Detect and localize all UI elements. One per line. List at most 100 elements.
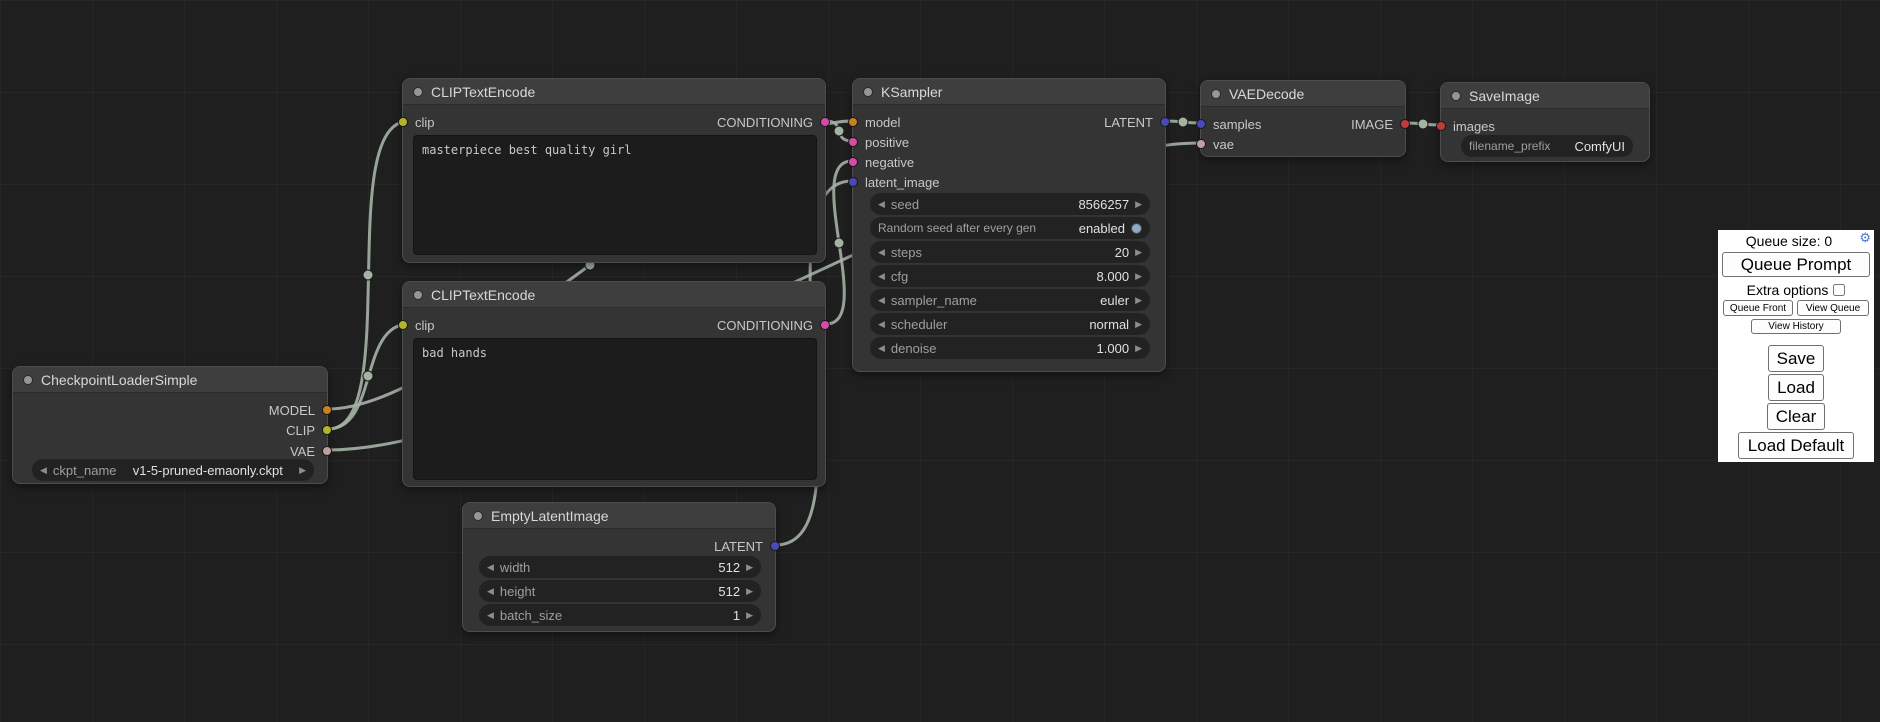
increment-arrow-icon[interactable]: ▶: [1135, 272, 1142, 281]
conditioning-slot-dot[interactable]: [848, 157, 858, 167]
decrement-arrow-icon[interactable]: ◀: [878, 200, 885, 209]
settings-gear-icon[interactable]: ⚙: [1859, 231, 1871, 244]
latent-slot-dot[interactable]: [848, 177, 858, 187]
clear-button[interactable]: Clear: [1767, 403, 1825, 430]
widget-batch-size[interactable]: ◀ batch_size 1 ▶: [479, 604, 761, 626]
conditioning-slot-dot[interactable]: [848, 137, 858, 147]
input-slot-negative: negative: [848, 153, 914, 171]
model-slot-dot[interactable]: [848, 117, 858, 127]
node-vae-decode[interactable]: VAEDecode samples vae IMAGE: [1200, 80, 1406, 157]
collapse-dot[interactable]: [863, 87, 873, 97]
link-midpoint-dot: [1418, 119, 1428, 129]
widget-seed[interactable]: ◀ seed 8566257 ▶: [870, 193, 1150, 215]
slot-label: samples: [1213, 117, 1261, 132]
widget-label: seed: [891, 197, 919, 212]
decrement-arrow-icon[interactable]: ◀: [487, 611, 494, 620]
node-title: EmptyLatentImage: [491, 508, 609, 524]
toggle-dot[interactable]: [1131, 223, 1142, 234]
queue-prompt-button[interactable]: Queue Prompt: [1722, 252, 1870, 277]
widget-ckpt-name[interactable]: ◀ ckpt_name v1-5-pruned-emaonly.ckpt ▶: [32, 459, 314, 481]
link-midpoint-dot: [363, 270, 373, 280]
widget-height[interactable]: ◀ height 512 ▶: [479, 580, 761, 602]
decrement-arrow-icon[interactable]: ◀: [487, 587, 494, 596]
node-title-bar[interactable]: EmptyLatentImage: [463, 503, 775, 529]
node-title-bar[interactable]: VAEDecode: [1201, 81, 1405, 107]
view-history-button[interactable]: View History: [1751, 319, 1841, 334]
node-ksampler[interactable]: KSampler model positive negative latent_…: [852, 78, 1166, 372]
decrement-arrow-icon[interactable]: ◀: [878, 272, 885, 281]
node-title-bar[interactable]: CLIPTextEncode: [403, 79, 825, 105]
widget-sampler-name[interactable]: ◀ sampler_name euler ▶: [870, 289, 1150, 311]
widget-label: ckpt_name: [53, 463, 117, 478]
negative-prompt-textarea[interactable]: bad hands: [413, 338, 817, 480]
latent-slot-dot[interactable]: [770, 541, 780, 551]
decrement-arrow-icon[interactable]: ◀: [878, 320, 885, 329]
load-button[interactable]: Load: [1768, 374, 1824, 401]
decrement-arrow-icon[interactable]: ◀: [40, 466, 47, 475]
increment-arrow-icon[interactable]: ▶: [1135, 200, 1142, 209]
link-midpoint-dot: [1178, 117, 1188, 127]
increment-arrow-icon[interactable]: ▶: [746, 587, 753, 596]
queue-front-button[interactable]: Queue Front: [1723, 300, 1793, 316]
vae-slot-dot[interactable]: [1196, 139, 1206, 149]
widget-denoise[interactable]: ◀ denoise 1.000 ▶: [870, 337, 1150, 359]
node-save-image[interactable]: SaveImage images filename_prefix ComfyUI: [1440, 82, 1650, 162]
node-title-bar[interactable]: SaveImage: [1441, 83, 1649, 109]
latent-slot-dot[interactable]: [1160, 117, 1170, 127]
decrement-arrow-icon[interactable]: ◀: [878, 296, 885, 305]
node-clip-text-encode-positive[interactable]: CLIPTextEncode clip CONDITIONING masterp…: [402, 78, 826, 263]
vae-slot-dot[interactable]: [322, 446, 332, 456]
node-title-bar[interactable]: CheckpointLoaderSimple: [13, 367, 327, 393]
image-slot-dot[interactable]: [1436, 121, 1446, 131]
widget-label: width: [500, 560, 530, 575]
widget-cfg[interactable]: ◀ cfg 8.000 ▶: [870, 265, 1150, 287]
increment-arrow-icon[interactable]: ▶: [299, 466, 306, 475]
image-slot-dot[interactable]: [1400, 119, 1410, 129]
load-default-button[interactable]: Load Default: [1738, 432, 1854, 459]
output-slot-clip: CLIP: [286, 421, 332, 439]
view-queue-button[interactable]: View Queue: [1797, 300, 1869, 316]
increment-arrow-icon[interactable]: ▶: [746, 563, 753, 572]
increment-arrow-icon[interactable]: ▶: [1135, 248, 1142, 257]
node-checkpoint-loader-simple[interactable]: CheckpointLoaderSimple MODEL CLIP VAE ◀ …: [12, 366, 328, 484]
clip-slot-dot[interactable]: [398, 320, 408, 330]
slot-label: positive: [865, 135, 909, 150]
clip-slot-dot[interactable]: [398, 117, 408, 127]
collapse-dot[interactable]: [413, 290, 423, 300]
model-slot-dot[interactable]: [322, 405, 332, 415]
collapse-dot[interactable]: [1451, 91, 1461, 101]
increment-arrow-icon[interactable]: ▶: [746, 611, 753, 620]
increment-arrow-icon[interactable]: ▶: [1135, 296, 1142, 305]
link-midpoint-dot: [363, 371, 373, 381]
node-empty-latent-image[interactable]: EmptyLatentImage LATENT ◀ width 512 ▶ ◀ …: [462, 502, 776, 632]
collapse-dot[interactable]: [1211, 89, 1221, 99]
widget-filename-prefix[interactable]: filename_prefix ComfyUI: [1461, 135, 1633, 157]
collapse-dot[interactable]: [473, 511, 483, 521]
widget-width[interactable]: ◀ width 512 ▶: [479, 556, 761, 578]
collapse-dot[interactable]: [23, 375, 33, 385]
clip-slot-dot[interactable]: [322, 425, 332, 435]
conditioning-slot-dot[interactable]: [820, 320, 830, 330]
decrement-arrow-icon[interactable]: ◀: [487, 563, 494, 572]
extra-options-checkbox[interactable]: [1833, 284, 1845, 296]
conditioning-slot-dot[interactable]: [820, 117, 830, 127]
node-clip-text-encode-negative[interactable]: CLIPTextEncode clip CONDITIONING bad han…: [402, 281, 826, 487]
save-button[interactable]: Save: [1768, 345, 1824, 372]
positive-prompt-textarea[interactable]: masterpiece best quality girl: [413, 135, 817, 255]
widget-label: cfg: [891, 269, 908, 284]
node-title-bar[interactable]: CLIPTextEncode: [403, 282, 825, 308]
latent-slot-dot[interactable]: [1196, 119, 1206, 129]
widget-random-seed-toggle[interactable]: Random seed after every gen enabled: [870, 217, 1150, 239]
increment-arrow-icon[interactable]: ▶: [1135, 320, 1142, 329]
widget-value: enabled: [1079, 221, 1125, 236]
slot-label: MODEL: [269, 403, 315, 418]
decrement-arrow-icon[interactable]: ◀: [878, 344, 885, 353]
node-title-bar[interactable]: KSampler: [853, 79, 1165, 105]
increment-arrow-icon[interactable]: ▶: [1135, 344, 1142, 353]
collapse-dot[interactable]: [413, 87, 423, 97]
comfyui-canvas[interactable]: { "icons": { "arrow_left": "◀", "arrow_r…: [0, 0, 1880, 722]
output-slot-vae: VAE: [290, 442, 332, 460]
widget-scheduler[interactable]: ◀ scheduler normal ▶: [870, 313, 1150, 335]
widget-steps[interactable]: ◀ steps 20 ▶: [870, 241, 1150, 263]
decrement-arrow-icon[interactable]: ◀: [878, 248, 885, 257]
